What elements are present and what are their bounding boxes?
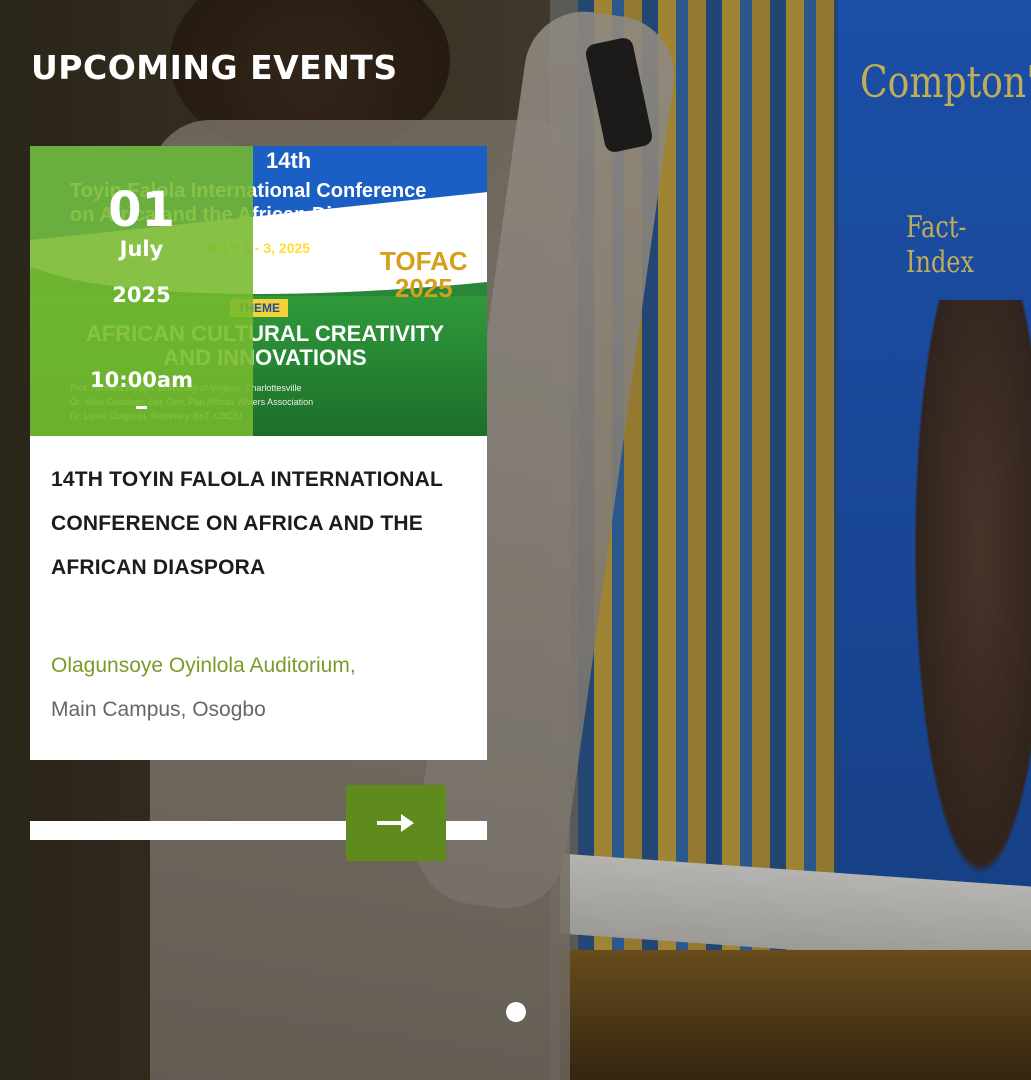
next-event-button[interactable] [346, 785, 446, 861]
arrow-right-icon [377, 814, 414, 832]
poster-logo-text: TOFAC [380, 246, 468, 276]
event-venue: Olagunsoye Oyinlola Auditorium, [51, 654, 356, 677]
event-month: July [119, 237, 164, 261]
poster-logo: TOFAC 2025 [380, 246, 468, 304]
event-card[interactable]: 14th Toyin Falola International Conferen… [30, 146, 487, 760]
event-time: 10:00am [90, 368, 193, 392]
event-day: 01 [108, 182, 175, 238]
date-divider [136, 406, 147, 409]
event-title[interactable]: 14TH TOYIN FALOLA INTERNATIONAL CONFEREN… [51, 458, 461, 590]
event-location: Main Campus, Osogbo [51, 698, 266, 721]
poster-logo-year: 2025 [394, 273, 453, 304]
event-poster: 14th Toyin Falola International Conferen… [30, 146, 487, 436]
poster-edition: 14th [266, 148, 312, 173]
event-year: 2025 [112, 283, 171, 307]
date-badge: 01 July 2025 10:00am [30, 146, 253, 436]
carousel-pager-dot[interactable] [506, 1002, 526, 1022]
section-title: UPCOMING EVENTS [31, 48, 398, 87]
